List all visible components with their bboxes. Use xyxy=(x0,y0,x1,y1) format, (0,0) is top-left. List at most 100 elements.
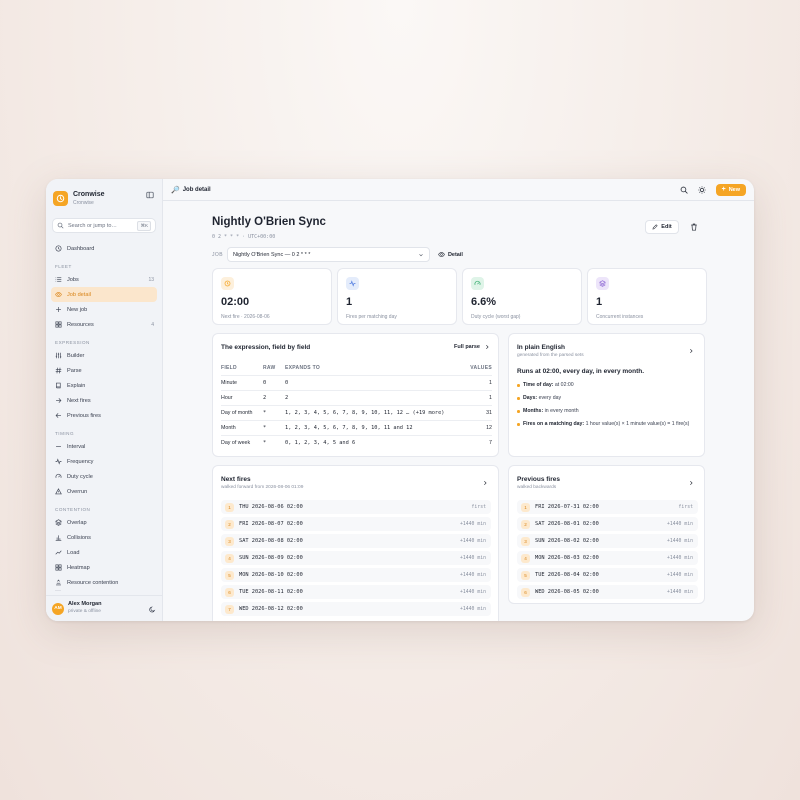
list-item: Months: in every month xyxy=(517,407,702,415)
search-input[interactable]: Search or jump to… ⌘K xyxy=(52,218,156,233)
brand[interactable]: Cronwise Cronwise xyxy=(46,179,162,209)
sidebar-item-load[interactable]: Load xyxy=(46,545,162,560)
bar-chart-icon xyxy=(55,535,62,541)
section-label-timing: TIMING xyxy=(55,431,75,436)
raw-cell: * xyxy=(263,439,267,446)
layers-icon xyxy=(596,277,609,290)
sidebar-item-next-fires[interactable]: Next fires xyxy=(46,393,162,408)
stat-value: 6.6% xyxy=(471,296,497,308)
plus-icon xyxy=(56,307,61,312)
sidebar-item-heatmap[interactable]: Heatmap xyxy=(46,560,162,575)
next-fires-subtitle: walked forward from 2026-08-06 01:09 xyxy=(221,485,304,490)
sidebar-item-label: Overrun xyxy=(67,488,88,495)
breadcrumb: Job detail xyxy=(182,186,211,193)
sidebar-item-jobs[interactable]: Jobs 13 xyxy=(46,272,162,287)
search-placeholder: Search or jump to… xyxy=(68,222,117,229)
full-parse-label: Full parse xyxy=(454,344,480,350)
sidebar-item-resources[interactable]: Resources 4 xyxy=(46,317,162,332)
sidebar-item-job-detail[interactable]: Job detail xyxy=(51,287,157,302)
sidebar-item-overlap[interactable]: Overlap xyxy=(46,515,162,530)
list-item: 3 SAT 2026-08-08 02:00 +1440 min xyxy=(221,534,491,548)
plus-icon: + xyxy=(721,186,726,193)
sidebar-item-parse[interactable]: Parse xyxy=(46,363,162,378)
table-row: Day of month * 1, 2, 3, 4, 5, 6, 7, 8, 9… xyxy=(221,405,492,421)
sidebar-item-dashboard[interactable]: Dashboard xyxy=(46,241,162,256)
chevron-right-icon[interactable] xyxy=(688,348,694,354)
detail-button[interactable]: Detail xyxy=(438,251,463,258)
clock-icon xyxy=(55,245,62,252)
sidebar-item-resource-contention[interactable]: Resource contention xyxy=(46,575,162,590)
book-icon xyxy=(56,382,61,389)
expands-cell: 1, 2, 3, 4, 5, 6, 7, 8, 9, 10, 11, 12 … … xyxy=(285,405,462,421)
new-button[interactable]: + New xyxy=(715,183,746,196)
plain-card-subtitle: generated from the parsed sets xyxy=(517,353,584,358)
edit-button[interactable]: Edit xyxy=(645,220,679,234)
list-item: 5 TUE 2026-08-04 02:00 +1440 min xyxy=(517,568,698,582)
plain-card-title: In plain English xyxy=(517,344,566,351)
stat-value: 1 xyxy=(346,296,353,308)
stat-label: Fires per matching day xyxy=(346,314,397,320)
sidebar-toggle-icon[interactable] xyxy=(146,191,154,199)
sidebar-nav: Dashboard FLEET Jobs 13 Job detail New j… xyxy=(46,241,162,590)
magnifier-emoji-icon: 🔎 xyxy=(171,186,180,194)
full-parse-link[interactable]: Full parse xyxy=(454,344,490,350)
sliders-icon xyxy=(55,352,62,359)
trash-icon[interactable] xyxy=(690,223,698,231)
stack-icon xyxy=(56,579,61,586)
list-item: 7 WED 2026-08-12 02:00 +1440 min xyxy=(221,602,491,616)
sidebar-item-label: Duty cycle xyxy=(67,473,93,480)
gauge-icon xyxy=(471,277,484,290)
stat-label: Concurrent instances xyxy=(596,314,644,320)
resources-count: 4 xyxy=(151,321,154,328)
edit-button-label: Edit xyxy=(661,224,672,230)
sidebar-item-label: New job xyxy=(67,306,88,313)
sidebar-item-label: Resource contention xyxy=(67,579,119,586)
chevron-right-icon[interactable] xyxy=(688,480,694,486)
jobs-count: 13 xyxy=(148,276,154,283)
pencil-icon xyxy=(652,224,658,230)
section-label-expression: EXPRESSION xyxy=(55,340,90,345)
app-window: Cronwise Cronwise Search or jump to… ⌘K … xyxy=(46,179,754,621)
sidebar-item-overrun[interactable]: Overrun xyxy=(46,484,162,499)
list-item: 3 SUN 2026-08-02 02:00 +1440 min xyxy=(517,534,698,548)
chevron-right-icon xyxy=(486,344,489,350)
sidebar-item-label: Overlap xyxy=(67,519,87,526)
raw-cell: * xyxy=(263,405,285,421)
hash-icon xyxy=(55,367,62,374)
sidebar-item-label: Collisions xyxy=(67,534,91,541)
stat-label: Duty cycle (worst gap) xyxy=(471,314,521,320)
moon-icon[interactable] xyxy=(149,600,156,618)
sidebar-item-label: Jobs xyxy=(67,276,79,283)
table-row: Day of week * 0, 1, 2, 3, 4, 5 and 6 7 xyxy=(221,435,492,450)
stats-row: 02:00 Next fire · 2026-08-06 1 Fires per… xyxy=(212,268,707,325)
sidebar-item-collisions[interactable]: Collisions xyxy=(46,530,162,545)
sidebar-item-previous-fires[interactable]: Previous fires xyxy=(46,408,162,423)
raw-cell: * xyxy=(263,420,285,436)
expands-cell: 2 xyxy=(285,390,462,406)
arrow-right-icon xyxy=(56,398,62,403)
sidebar-item-explain[interactable]: Explain xyxy=(46,378,162,393)
search-icon[interactable] xyxy=(680,186,688,194)
pulse-icon xyxy=(55,458,62,465)
sidebar-item-label: Interval xyxy=(67,443,86,450)
expands-cell: 0, 1, 2, 3, 4, 5 and 6 xyxy=(285,439,356,446)
sidebar-item-new-job[interactable]: New job xyxy=(46,302,162,317)
table-row: Minute 0 0 1 xyxy=(221,375,492,391)
chevron-right-icon[interactable] xyxy=(482,480,488,486)
sidebar-item-duty-cycle[interactable]: Duty cycle xyxy=(46,469,162,484)
field-cell: Day of week xyxy=(221,439,251,446)
sidebar-item-frequency[interactable]: Frequency xyxy=(46,454,162,469)
user-profile[interactable]: AM Alex Morgan private & offline xyxy=(46,595,162,621)
sidebar-item-interval[interactable]: Interval xyxy=(46,439,162,454)
sidebar-item-builder[interactable]: Builder xyxy=(46,348,162,363)
stat-card-fires-per-day: 1 Fires per matching day xyxy=(337,268,457,325)
job-select[interactable]: Nightly O'Brien Sync — 0 2 * * * xyxy=(226,247,430,262)
table-header: EXPANDS TO xyxy=(285,361,462,376)
sun-icon[interactable] xyxy=(697,185,706,194)
previous-fires-card: Previous fires walked backwards 1 FRI 202… xyxy=(508,465,705,604)
previous-fires-list: 1 FRI 2026-07-31 02:00 first 2 SAT 2026-08-… xyxy=(517,500,698,602)
layers-icon xyxy=(55,519,62,526)
list-item: 4 SUN 2026-08-09 02:00 +1440 min xyxy=(221,551,491,565)
search-shortcut: ⌘K xyxy=(137,220,151,231)
table-header: VALUES xyxy=(462,361,492,376)
